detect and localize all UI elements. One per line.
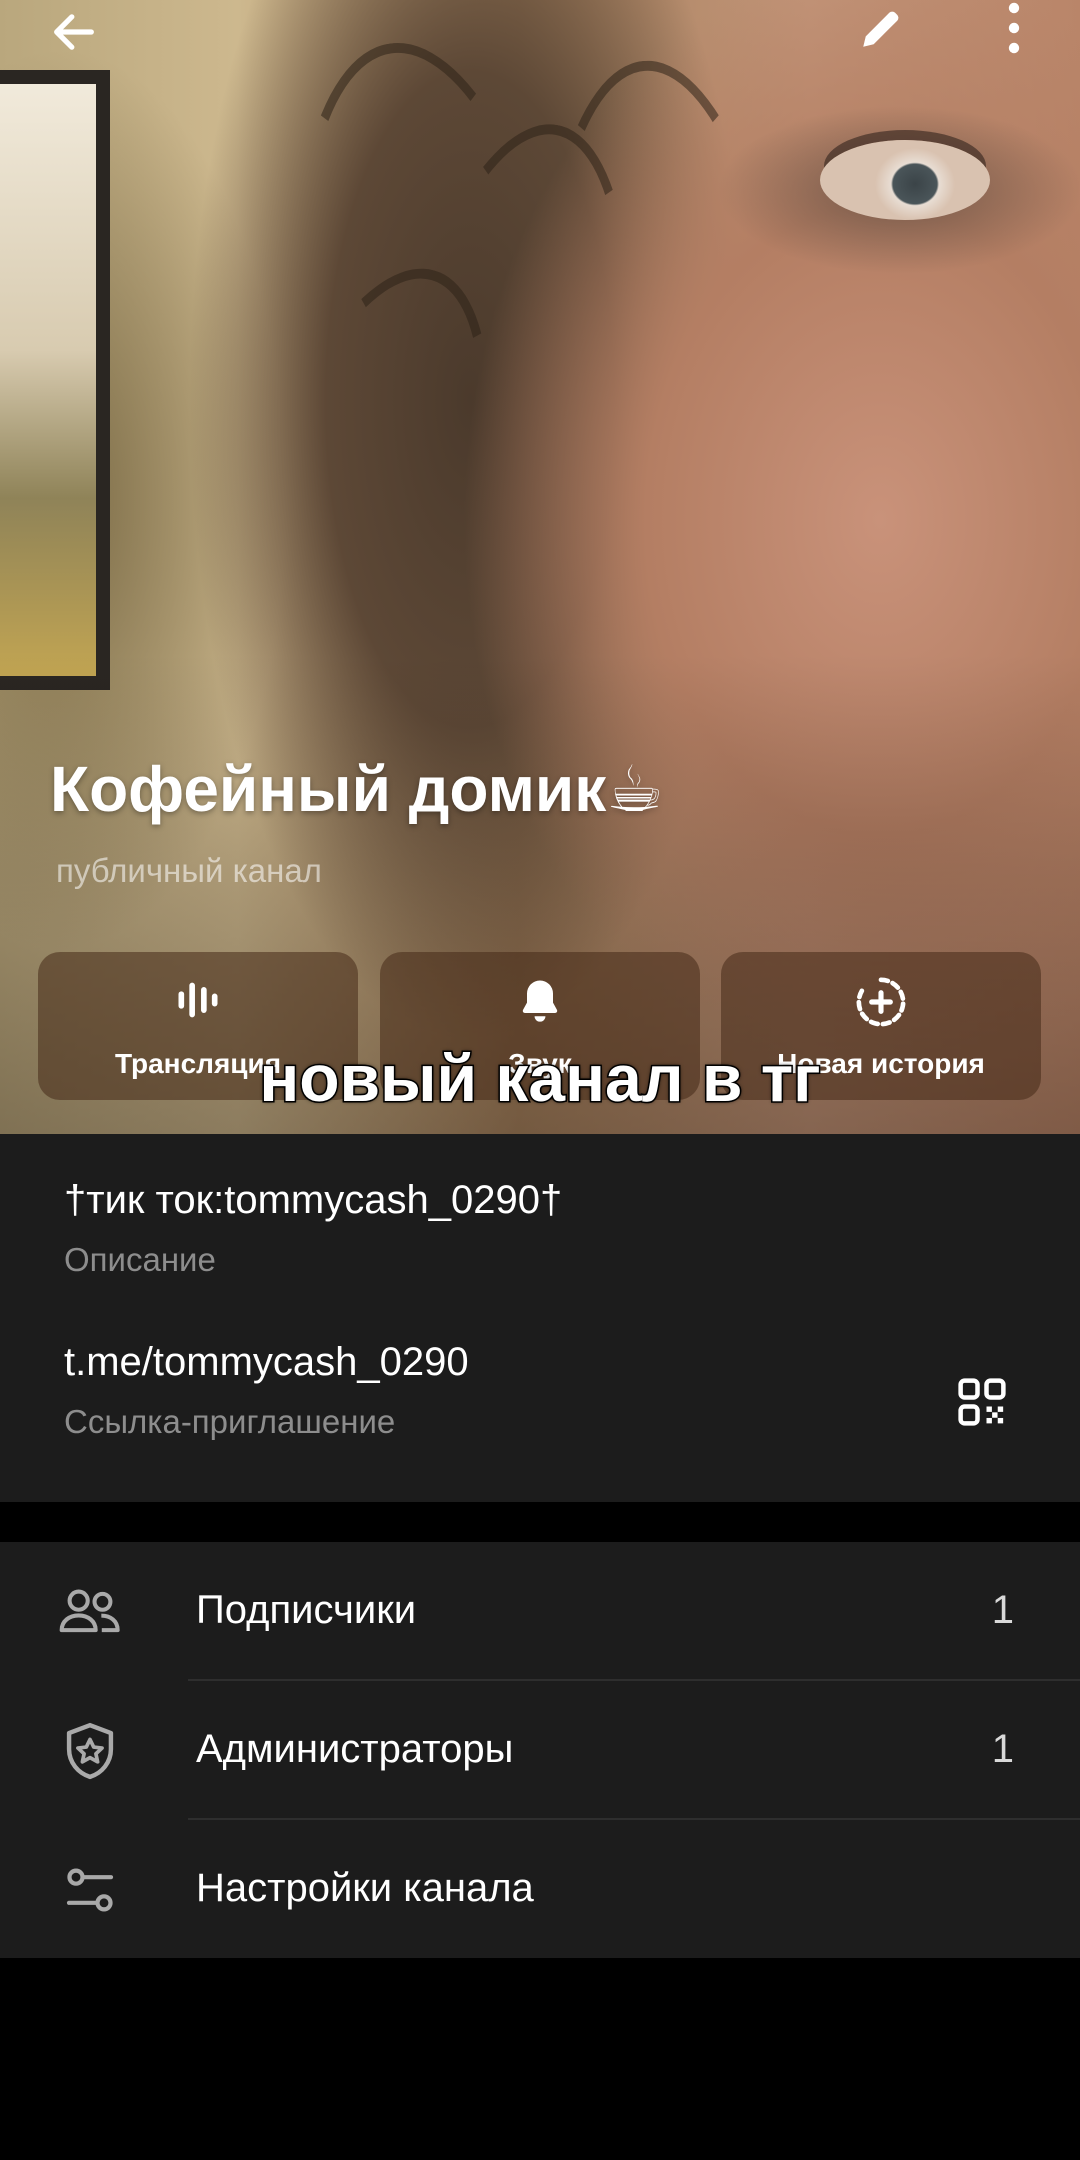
- qr-code-icon: [958, 1378, 1006, 1426]
- edit-button[interactable]: [850, 0, 914, 60]
- sliders-icon: [66, 1868, 114, 1912]
- back-button[interactable]: [42, 0, 106, 64]
- channel-type-label: публичный канал: [56, 852, 322, 889]
- description-value: †тик ток:tommycash_0290†: [64, 1178, 563, 1222]
- invite-link-row[interactable]: t.me/tommycash_0290 Ссылка-приглашение: [64, 1340, 469, 1441]
- description-row[interactable]: †тик ток:tommycash_0290† Описание: [64, 1178, 562, 1279]
- eye-detail: [820, 140, 990, 220]
- description-caption: Описание: [64, 1241, 216, 1278]
- menu-item-subscribers[interactable]: Подписчики 1: [0, 1542, 1080, 1681]
- story-add-icon: [856, 977, 906, 1027]
- channel-info-screen: Кофейный домик☕ публичный канал Трансляц…: [0, 0, 1080, 2160]
- menu-item-administrators[interactable]: Администраторы 1: [0, 1681, 1080, 1820]
- more-vertical-icon: [1008, 2, 1020, 54]
- invite-link-caption: Ссылка-приглашение: [64, 1403, 396, 1440]
- channel-title: Кофейный домик☕: [50, 753, 664, 825]
- administrators-label: Администраторы: [196, 1727, 514, 1771]
- channel-settings-label: Настройки канала: [196, 1866, 534, 1910]
- broadcast-icon: [178, 982, 218, 1018]
- shield-star-icon: [66, 1722, 114, 1780]
- wall-picture-frame: [0, 70, 110, 690]
- subscribers-label: Подписчики: [196, 1588, 417, 1632]
- more-button[interactable]: [982, 0, 1046, 60]
- invite-link-value: t.me/tommycash_0290: [64, 1340, 469, 1384]
- channel-menu-card: Подписчики 1 Администраторы 1 Настройки …: [0, 1542, 1080, 1958]
- pencil-icon: [863, 11, 899, 47]
- users-icon: [59, 1589, 120, 1633]
- qr-code-button[interactable]: [950, 1370, 1014, 1434]
- channel-info-card: †тик ток:tommycash_0290† Описание t.me/t…: [0, 1134, 1080, 1502]
- overlay-caption: новый канал в тг: [258, 1040, 822, 1117]
- bell-icon: [522, 980, 558, 1022]
- subscribers-count: 1: [991, 1588, 1014, 1632]
- administrators-count: 1: [991, 1727, 1014, 1771]
- arrow-left-icon: [54, 14, 94, 50]
- menu-item-channel-settings[interactable]: Настройки канала: [0, 1820, 1080, 1959]
